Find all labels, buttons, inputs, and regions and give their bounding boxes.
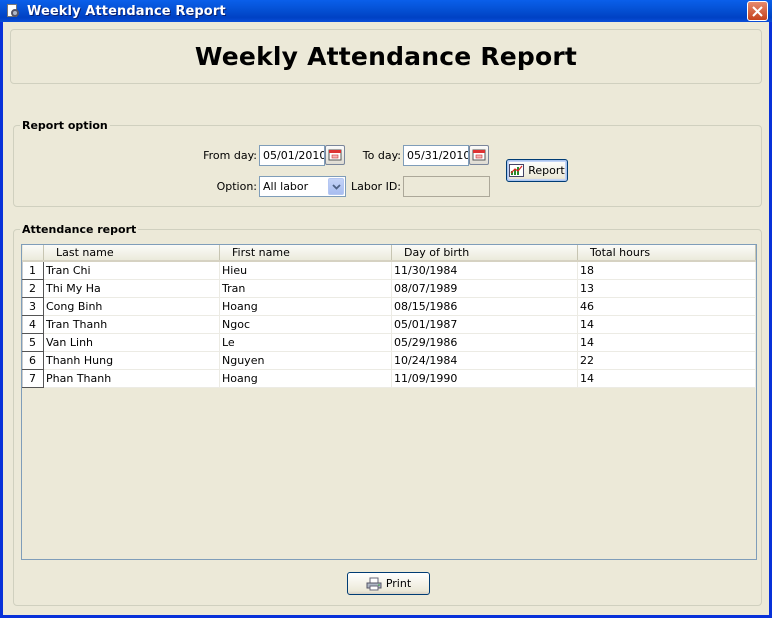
attendance-table[interactable]: Last name First name Day of birth Total … (21, 244, 757, 560)
labor-id-label: Labor ID: (350, 180, 401, 193)
column-header-first-name[interactable]: First name (219, 245, 392, 262)
to-day-calendar-button[interactable] (469, 145, 489, 165)
first-name-cell[interactable]: Tran (219, 279, 392, 298)
table-row[interactable]: 7 Phan Thanh Hoang 11/09/1990 14 (22, 368, 756, 388)
total-hours-cell[interactable]: 14 (577, 369, 756, 388)
dropdown-arrow-button[interactable] (328, 178, 344, 195)
report-button[interactable]: Report (506, 159, 568, 182)
first-name-cell[interactable]: Nguyen (219, 351, 392, 370)
calendar-icon (328, 149, 342, 161)
option-label: Option: (216, 180, 257, 193)
report-window: Weekly Attendance Report Weekly Attendan… (0, 0, 772, 618)
day-of-birth-cell[interactable]: 10/24/1984 (391, 351, 578, 370)
from-day-field[interactable]: 05/01/2010 (259, 145, 325, 166)
table-row[interactable]: 2 Thi My Ha Tran 08/07/1989 13 (22, 278, 756, 298)
day-of-birth-cell[interactable]: 11/30/1984 (391, 261, 578, 280)
app-icon (5, 3, 21, 19)
last-name-cell[interactable]: Van Linh (43, 333, 220, 352)
total-hours-cell[interactable]: 22 (577, 351, 756, 370)
total-hours-cell[interactable]: 14 (577, 315, 756, 334)
to-day-field[interactable]: 05/31/2010 (403, 145, 469, 166)
last-name-cell[interactable]: Tran Chi (43, 261, 220, 280)
chevron-down-icon (331, 183, 341, 190)
from-day-calendar-button[interactable] (325, 145, 345, 165)
row-number[interactable]: 2 (22, 278, 44, 298)
last-name-cell[interactable]: Thi My Ha (43, 279, 220, 298)
column-header-total-hours[interactable]: Total hours (577, 245, 756, 262)
option-select-value: All labor (263, 180, 309, 193)
row-number[interactable]: 1 (22, 260, 44, 280)
last-name-cell[interactable]: Tran Thanh (43, 315, 220, 334)
row-number[interactable]: 4 (22, 314, 44, 334)
table-row[interactable]: 4 Tran Thanh Ngoc 05/01/1987 14 (22, 314, 756, 334)
total-hours-cell[interactable]: 18 (577, 261, 756, 280)
close-icon (752, 5, 763, 17)
attendance-report-title: Attendance report (20, 223, 139, 236)
day-of-birth-cell[interactable]: 05/29/1986 (391, 333, 578, 352)
table-row[interactable]: 3 Cong Binh Hoang 08/15/1986 46 (22, 296, 756, 316)
row-number[interactable]: 3 (22, 296, 44, 316)
table-header-row: Last name First name Day of birth Total … (22, 245, 756, 262)
print-button-label: Print (385, 577, 412, 590)
to-day-label: To day: (362, 149, 401, 162)
day-of-birth-cell[interactable]: 08/15/1986 (391, 297, 578, 316)
from-day-label: From day: (203, 149, 257, 162)
print-button[interactable]: Print (347, 572, 430, 595)
first-name-cell[interactable]: Hoang (219, 297, 392, 316)
first-name-cell[interactable]: Hoang (219, 369, 392, 388)
last-name-cell[interactable]: Phan Thanh (43, 369, 220, 388)
report-option-title: Report option (20, 119, 110, 132)
last-name-cell[interactable]: Cong Binh (43, 297, 220, 316)
row-number[interactable]: 5 (22, 332, 44, 352)
first-name-cell[interactable]: Le (219, 333, 392, 352)
option-select[interactable]: All labor (259, 176, 346, 197)
title-bar[interactable]: Weekly Attendance Report (0, 0, 772, 22)
total-hours-cell[interactable]: 46 (577, 297, 756, 316)
labor-id-field[interactable] (403, 176, 490, 197)
table-row[interactable]: 6 Thanh Hung Nguyen 10/24/1984 22 (22, 350, 756, 370)
report-option-group: Report option (13, 119, 762, 207)
day-of-birth-cell[interactable]: 08/07/1989 (391, 279, 578, 298)
total-hours-cell[interactable]: 13 (577, 279, 756, 298)
report-button-label: Report (528, 164, 565, 177)
last-name-cell[interactable]: Thanh Hung (43, 351, 220, 370)
report-chart-icon (509, 164, 525, 177)
header-panel: Weekly Attendance Report (10, 29, 762, 84)
column-header-day-of-birth[interactable]: Day of birth (391, 245, 578, 262)
table-row[interactable]: 1 Tran Chi Hieu 11/30/1984 18 (22, 260, 756, 280)
calendar-icon (472, 149, 486, 161)
day-of-birth-cell[interactable]: 11/09/1990 (391, 369, 578, 388)
first-name-cell[interactable]: Hieu (219, 261, 392, 280)
window-title: Weekly Attendance Report (27, 3, 226, 19)
total-hours-cell[interactable]: 14 (577, 333, 756, 352)
page-title: Weekly Attendance Report (194, 42, 578, 71)
table-row[interactable]: 5 Van Linh Le 05/29/1986 14 (22, 332, 756, 352)
corner-header-cell (22, 245, 44, 262)
column-header-last-name[interactable]: Last name (43, 245, 220, 262)
close-button[interactable] (747, 1, 768, 21)
row-number[interactable]: 6 (22, 350, 44, 370)
printer-icon (366, 577, 382, 591)
row-number[interactable]: 7 (22, 368, 44, 388)
day-of-birth-cell[interactable]: 05/01/1987 (391, 315, 578, 334)
first-name-cell[interactable]: Ngoc (219, 315, 392, 334)
